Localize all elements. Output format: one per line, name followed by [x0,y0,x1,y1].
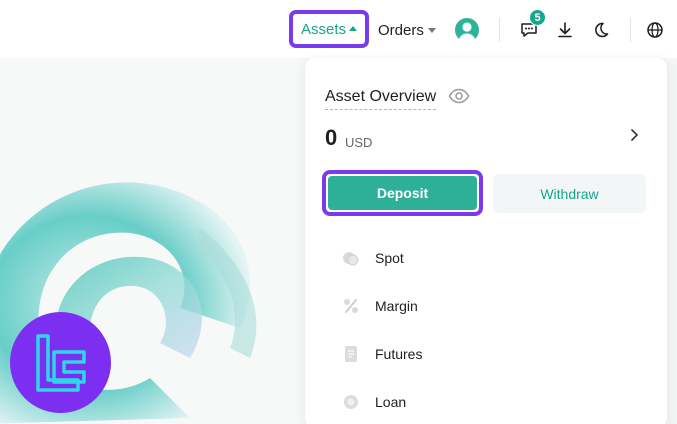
menu-item-futures[interactable]: Futures [341,341,631,367]
caret-down-icon [427,27,436,33]
menu-item-label: Margin [375,298,418,314]
nav-divider [499,18,500,42]
menu-item-label: Futures [375,346,423,362]
top-navigation-bar: Assets Orders 5 [0,0,677,58]
assets-label: Assets [300,20,346,38]
menu-item-margin[interactable]: Margin [341,293,631,319]
caret-up-icon [349,25,357,31]
assets-menu-button[interactable]: Assets [289,10,369,48]
balance-currency: USD [345,135,373,150]
assets-dropdown-panel: Asset Overview 0 USD Deposit Withdraw Sp… [305,58,667,424]
orders-menu-button[interactable]: Orders [378,19,436,41]
theme-toggle-button[interactable] [588,17,614,43]
download-button[interactable] [552,17,578,43]
download-icon [558,22,572,38]
language-button[interactable] [642,17,668,43]
brand-logo [10,312,111,413]
logo-mark-icon [36,334,86,392]
menu-item-label: Loan [375,394,407,410]
nav-divider [630,18,631,42]
globe-icon [647,22,663,38]
balance-value: 0 [325,125,338,150]
user-avatar[interactable] [455,18,479,42]
menu-item-loan[interactable]: Loan [341,389,631,415]
toggle-balance-visibility[interactable] [448,87,470,110]
menu-item-spot[interactable]: Spot [341,245,631,271]
notification-badge: 5 [529,9,546,26]
moon-icon [595,22,609,38]
asset-overview-title[interactable]: Asset Overview [325,88,437,110]
orders-label: Orders [378,21,424,39]
loan-icon [344,395,358,409]
futures-icon [345,346,357,362]
chevron-right-icon [631,129,638,141]
percent-icon [344,299,358,313]
eye-icon [448,88,470,104]
deposit-button[interactable]: Deposit [328,176,477,210]
balance-details-link[interactable] [628,128,640,147]
menu-item-label: Spot [375,250,404,266]
coins-icon [343,252,359,266]
withdraw-button[interactable]: Withdraw [493,174,646,213]
deposit-highlight: Deposit [322,170,483,216]
